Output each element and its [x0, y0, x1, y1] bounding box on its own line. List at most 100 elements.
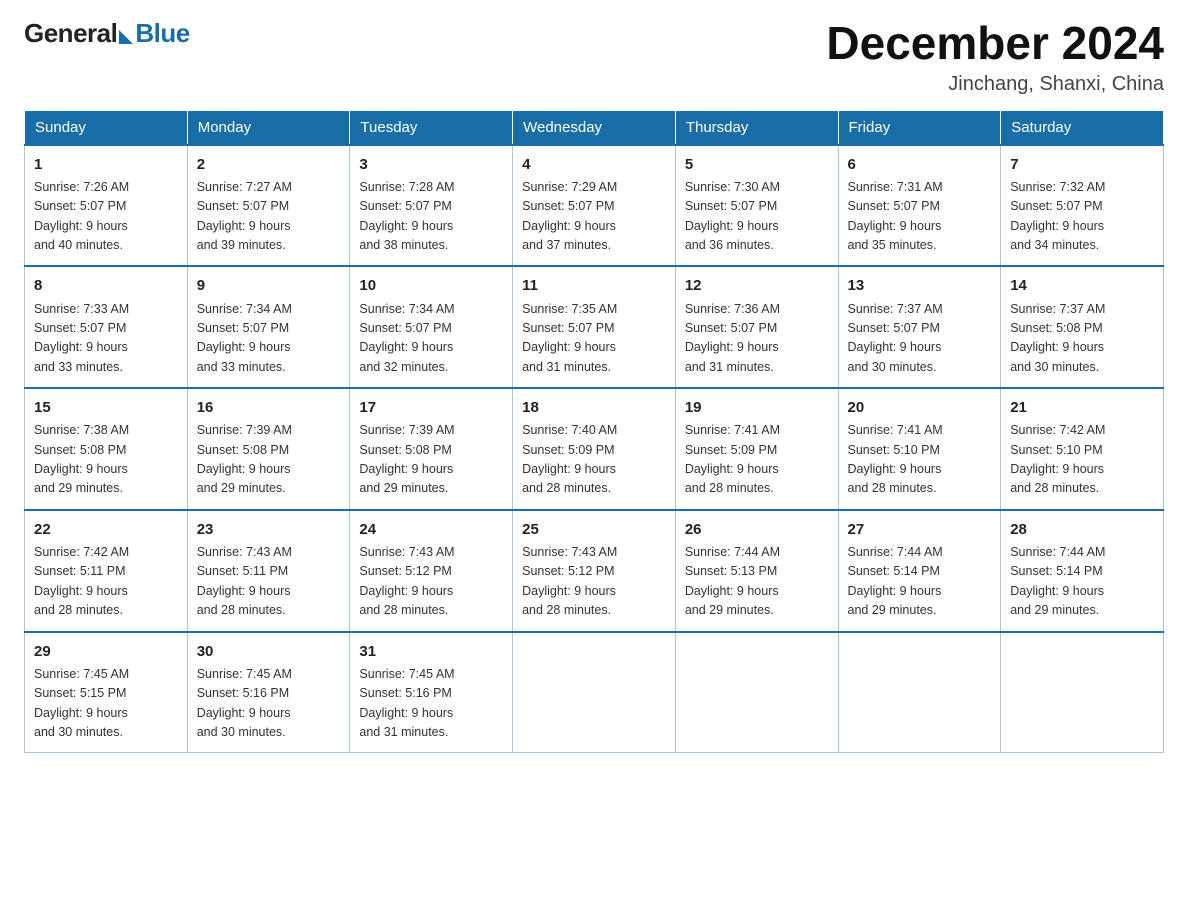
day-info: Sunrise: 7:30 AMSunset: 5:07 PMDaylight:… [685, 178, 829, 256]
day-number: 30 [197, 640, 341, 663]
day-info: Sunrise: 7:39 AMSunset: 5:08 PMDaylight:… [359, 421, 503, 499]
day-info: Sunrise: 7:37 AMSunset: 5:07 PMDaylight:… [848, 300, 992, 378]
calendar-week-row: 1Sunrise: 7:26 AMSunset: 5:07 PMDaylight… [25, 145, 1164, 267]
day-info: Sunrise: 7:43 AMSunset: 5:11 PMDaylight:… [197, 543, 341, 621]
calendar-week-row: 15Sunrise: 7:38 AMSunset: 5:08 PMDayligh… [25, 388, 1164, 510]
day-info: Sunrise: 7:35 AMSunset: 5:07 PMDaylight:… [522, 300, 666, 378]
logo: General Blue [24, 18, 190, 49]
day-info: Sunrise: 7:44 AMSunset: 5:14 PMDaylight:… [848, 543, 992, 621]
day-number: 7 [1010, 153, 1154, 176]
calendar-cell: 7Sunrise: 7:32 AMSunset: 5:07 PMDaylight… [1001, 145, 1164, 267]
title-block: December 2024 Jinchang, Shanxi, China [826, 18, 1164, 96]
day-info: Sunrise: 7:39 AMSunset: 5:08 PMDaylight:… [197, 421, 341, 499]
col-header-thursday: Thursday [675, 110, 838, 145]
calendar-cell: 22Sunrise: 7:42 AMSunset: 5:11 PMDayligh… [25, 510, 188, 632]
day-info: Sunrise: 7:45 AMSunset: 5:16 PMDaylight:… [197, 665, 341, 743]
calendar-cell [675, 632, 838, 753]
day-info: Sunrise: 7:29 AMSunset: 5:07 PMDaylight:… [522, 178, 666, 256]
calendar-header-row: SundayMondayTuesdayWednesdayThursdayFrid… [25, 110, 1164, 145]
calendar-cell: 27Sunrise: 7:44 AMSunset: 5:14 PMDayligh… [838, 510, 1001, 632]
day-info: Sunrise: 7:45 AMSunset: 5:15 PMDaylight:… [34, 665, 178, 743]
day-number: 24 [359, 518, 503, 541]
calendar-cell: 25Sunrise: 7:43 AMSunset: 5:12 PMDayligh… [513, 510, 676, 632]
day-info: Sunrise: 7:42 AMSunset: 5:10 PMDaylight:… [1010, 421, 1154, 499]
day-number: 6 [848, 153, 992, 176]
calendar-week-row: 29Sunrise: 7:45 AMSunset: 5:15 PMDayligh… [25, 632, 1164, 753]
calendar-cell: 8Sunrise: 7:33 AMSunset: 5:07 PMDaylight… [25, 266, 188, 388]
calendar-cell: 3Sunrise: 7:28 AMSunset: 5:07 PMDaylight… [350, 145, 513, 267]
day-number: 14 [1010, 274, 1154, 297]
day-number: 18 [522, 396, 666, 419]
day-info: Sunrise: 7:43 AMSunset: 5:12 PMDaylight:… [359, 543, 503, 621]
day-number: 29 [34, 640, 178, 663]
col-header-tuesday: Tuesday [350, 110, 513, 145]
col-header-saturday: Saturday [1001, 110, 1164, 145]
day-info: Sunrise: 7:38 AMSunset: 5:08 PMDaylight:… [34, 421, 178, 499]
day-number: 11 [522, 274, 666, 297]
day-number: 17 [359, 396, 503, 419]
day-number: 26 [685, 518, 829, 541]
calendar-table: SundayMondayTuesdayWednesdayThursdayFrid… [24, 110, 1164, 754]
calendar-cell: 29Sunrise: 7:45 AMSunset: 5:15 PMDayligh… [25, 632, 188, 753]
day-info: Sunrise: 7:34 AMSunset: 5:07 PMDaylight:… [359, 300, 503, 378]
day-number: 20 [848, 396, 992, 419]
calendar-cell: 30Sunrise: 7:45 AMSunset: 5:16 PMDayligh… [187, 632, 350, 753]
day-number: 5 [685, 153, 829, 176]
calendar-cell: 12Sunrise: 7:36 AMSunset: 5:07 PMDayligh… [675, 266, 838, 388]
day-info: Sunrise: 7:32 AMSunset: 5:07 PMDaylight:… [1010, 178, 1154, 256]
day-info: Sunrise: 7:34 AMSunset: 5:07 PMDaylight:… [197, 300, 341, 378]
day-info: Sunrise: 7:27 AMSunset: 5:07 PMDaylight:… [197, 178, 341, 256]
calendar-cell: 24Sunrise: 7:43 AMSunset: 5:12 PMDayligh… [350, 510, 513, 632]
day-number: 1 [34, 153, 178, 176]
calendar-cell [1001, 632, 1164, 753]
day-number: 27 [848, 518, 992, 541]
day-number: 13 [848, 274, 992, 297]
calendar-cell: 4Sunrise: 7:29 AMSunset: 5:07 PMDaylight… [513, 145, 676, 267]
day-number: 21 [1010, 396, 1154, 419]
day-info: Sunrise: 7:42 AMSunset: 5:11 PMDaylight:… [34, 543, 178, 621]
day-number: 28 [1010, 518, 1154, 541]
calendar-cell: 15Sunrise: 7:38 AMSunset: 5:08 PMDayligh… [25, 388, 188, 510]
calendar-cell: 26Sunrise: 7:44 AMSunset: 5:13 PMDayligh… [675, 510, 838, 632]
logo-general-text: General [24, 18, 117, 49]
calendar-cell: 23Sunrise: 7:43 AMSunset: 5:11 PMDayligh… [187, 510, 350, 632]
day-number: 16 [197, 396, 341, 419]
calendar-week-row: 22Sunrise: 7:42 AMSunset: 5:11 PMDayligh… [25, 510, 1164, 632]
page: General Blue December 2024 Jinchang, Sha… [0, 0, 1188, 918]
calendar-cell: 17Sunrise: 7:39 AMSunset: 5:08 PMDayligh… [350, 388, 513, 510]
calendar-title: December 2024 [826, 18, 1164, 69]
calendar-cell: 14Sunrise: 7:37 AMSunset: 5:08 PMDayligh… [1001, 266, 1164, 388]
calendar-cell: 6Sunrise: 7:31 AMSunset: 5:07 PMDaylight… [838, 145, 1001, 267]
calendar-cell [838, 632, 1001, 753]
col-header-friday: Friday [838, 110, 1001, 145]
calendar-cell: 16Sunrise: 7:39 AMSunset: 5:08 PMDayligh… [187, 388, 350, 510]
calendar-cell: 21Sunrise: 7:42 AMSunset: 5:10 PMDayligh… [1001, 388, 1164, 510]
day-info: Sunrise: 7:41 AMSunset: 5:09 PMDaylight:… [685, 421, 829, 499]
calendar-cell: 5Sunrise: 7:30 AMSunset: 5:07 PMDaylight… [675, 145, 838, 267]
day-info: Sunrise: 7:43 AMSunset: 5:12 PMDaylight:… [522, 543, 666, 621]
col-header-sunday: Sunday [25, 110, 188, 145]
day-number: 4 [522, 153, 666, 176]
day-number: 10 [359, 274, 503, 297]
logo-arrow-icon [119, 30, 133, 44]
day-number: 9 [197, 274, 341, 297]
day-number: 25 [522, 518, 666, 541]
calendar-cell: 20Sunrise: 7:41 AMSunset: 5:10 PMDayligh… [838, 388, 1001, 510]
calendar-cell: 19Sunrise: 7:41 AMSunset: 5:09 PMDayligh… [675, 388, 838, 510]
day-info: Sunrise: 7:26 AMSunset: 5:07 PMDaylight:… [34, 178, 178, 256]
day-info: Sunrise: 7:41 AMSunset: 5:10 PMDaylight:… [848, 421, 992, 499]
day-info: Sunrise: 7:45 AMSunset: 5:16 PMDaylight:… [359, 665, 503, 743]
day-number: 19 [685, 396, 829, 419]
day-info: Sunrise: 7:28 AMSunset: 5:07 PMDaylight:… [359, 178, 503, 256]
day-number: 31 [359, 640, 503, 663]
logo-blue-text: Blue [135, 18, 189, 49]
day-info: Sunrise: 7:44 AMSunset: 5:13 PMDaylight:… [685, 543, 829, 621]
day-number: 12 [685, 274, 829, 297]
calendar-subtitle: Jinchang, Shanxi, China [826, 73, 1164, 96]
day-number: 8 [34, 274, 178, 297]
col-header-monday: Monday [187, 110, 350, 145]
day-info: Sunrise: 7:31 AMSunset: 5:07 PMDaylight:… [848, 178, 992, 256]
calendar-cell: 9 Sunrise: 7:34 AMSunset: 5:07 PMDaylight… [187, 266, 350, 388]
calendar-week-row: 8Sunrise: 7:33 AMSunset: 5:07 PMDaylight… [25, 266, 1164, 388]
day-number: 15 [34, 396, 178, 419]
